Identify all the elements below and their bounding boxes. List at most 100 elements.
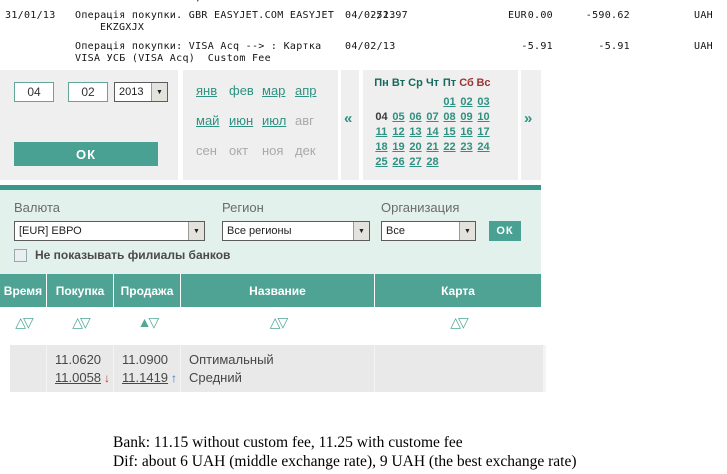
month-input[interactable] — [68, 82, 108, 102]
txn-total-currency: UAH — [694, 10, 713, 21]
column-header-name: Название — [181, 274, 374, 307]
calendar-week: 25262728 — [373, 152, 492, 170]
txn-total: -5.91 — [598, 41, 630, 52]
trend-up-icon: ↑ — [171, 369, 177, 387]
month-links-panel: янв фев мар апр май июн июл авг сен окт … — [183, 70, 338, 180]
hide-branches-label: Не показывать филиалы банков — [35, 248, 230, 262]
weekday-wed: Ср — [407, 77, 424, 89]
sort-desc-icon[interactable]: ▽ — [80, 314, 88, 330]
next-month-panel: » — [521, 70, 541, 180]
region-label: Регион — [222, 200, 264, 215]
cell-sell: 11.0900 11.1419↑ — [114, 345, 180, 392]
month-link-jan[interactable]: янв — [196, 83, 229, 113]
sort-asc-icon[interactable]: △ — [15, 314, 23, 330]
chevron-down-icon[interactable]: ▼ — [151, 83, 167, 101]
currency-select[interactable]: [EUR] ЕВРО ▼ — [14, 221, 205, 241]
note-bank-line: Bank: 11.15 without custom fee, 11.25 wi… — [113, 433, 577, 452]
region-select[interactable]: Все регионы ▼ — [222, 221, 370, 241]
sort-controls-row: △▽ △▽ ▲▽ △▽ △▽ — [0, 307, 541, 345]
organization-select-value: Все — [382, 225, 459, 237]
sort-control-time[interactable]: △▽ — [15, 314, 31, 345]
sort-control-buy[interactable]: △▽ — [72, 314, 88, 345]
sort-control-name[interactable]: △▽ — [270, 314, 286, 345]
month-disabled-oct: окт — [229, 143, 262, 173]
filter-bar: Валюта Регион Организация [EUR] ЕВРО ▼ В… — [0, 185, 541, 274]
table-row: 11.0620 11.0058↓ 11.0900 11.1419↑ Оптима… — [10, 345, 546, 392]
rate-name-optimal: Оптимальный — [189, 351, 374, 369]
weekday-fri: Пт — [441, 77, 458, 89]
month-disabled-sep: сен — [196, 143, 229, 173]
annotation-notes: Bank: 11.15 without custom fee, 11.25 wi… — [113, 433, 577, 471]
trend-down-icon: ↓ — [104, 369, 110, 387]
sell-rate-middle-link[interactable]: 11.1419 — [122, 370, 168, 385]
month-links: янв фев мар апр май июн июл авг сен окт … — [196, 83, 328, 173]
column-header-time: Время — [0, 274, 46, 307]
cell-name: Оптимальный Средний — [181, 345, 374, 392]
txn-total: -590.62 — [586, 10, 630, 21]
rate-name-middle: Средний — [189, 369, 374, 387]
txn-amount: -52.97 — [370, 10, 408, 21]
sort-desc-icon[interactable]: ▽ — [149, 314, 157, 330]
chevron-down-icon[interactable]: ▼ — [188, 222, 204, 240]
rates-table-header: Время Покупка Продажа Название Карта — [0, 274, 541, 307]
organization-select[interactable]: Все ▼ — [381, 221, 476, 241]
next-month-icon[interactable]: » — [524, 110, 532, 127]
calendar-weekday-header: ПнВтСрЧтПтСбВс — [373, 73, 492, 91]
month-link-jul[interactable]: июл — [262, 113, 295, 143]
weekday-mon: Пн — [373, 77, 390, 89]
year-select-value: 2013 — [115, 86, 151, 98]
hide-branches-checkbox[interactable] — [14, 249, 27, 262]
weekday-thu: Чт — [424, 77, 441, 89]
txn-description: EKZGXJX — [100, 22, 144, 33]
sell-rate-optimal: 11.0900 — [122, 351, 180, 369]
sort-asc-icon[interactable]: △ — [450, 314, 458, 330]
txn-currency: EUR — [508, 10, 527, 21]
txn-description: Операція покупки: VISA Acq --> : Картка — [75, 41, 322, 52]
prev-month-icon[interactable]: « — [344, 110, 352, 127]
day-link[interactable]: 26 — [390, 156, 407, 168]
sort-control-card[interactable]: △▽ — [450, 314, 466, 345]
column-header-sell: Продажа — [114, 274, 180, 307]
date-picker: 2013 ▼ ОК янв фев мар апр май июн июл ав… — [0, 70, 541, 180]
weekday-sun: Вс — [475, 77, 492, 89]
sort-desc-icon[interactable]: ▽ — [23, 314, 31, 330]
txn-value-date: 04/02/13 — [345, 41, 396, 52]
sort-control-sell-active[interactable]: ▲▽ — [138, 314, 157, 345]
weekday-tue: Вт — [390, 77, 407, 89]
clipped-transaction-line: XXXXXXXXXXXXXXXXXXX, XX X — [75, 0, 233, 3]
weekday-sat: Сб — [458, 77, 475, 89]
day-link[interactable]: 27 — [407, 156, 424, 168]
txn-description: Операція покупки. GBR EASYJET.COM EASYJE… — [75, 10, 334, 21]
sort-desc-icon[interactable]: ▽ — [458, 314, 466, 330]
prev-month-panel: « — [341, 70, 359, 180]
transaction-log: XXXXXXXXXXXXXXXXXXX, XX X 31/01/13 Опера… — [0, 0, 727, 70]
month-current-feb: фев — [229, 83, 262, 113]
month-link-mar[interactable]: мар — [262, 83, 295, 113]
sort-asc-active-icon[interactable]: ▲ — [138, 314, 149, 330]
month-disabled-nov: ноя — [262, 143, 295, 173]
month-link-apr[interactable]: апр — [295, 83, 328, 113]
chevron-down-icon[interactable]: ▼ — [353, 222, 369, 240]
txn-total-currency: UAH — [694, 41, 713, 52]
year-select[interactable]: 2013 ▼ — [114, 82, 168, 102]
day-input[interactable] — [14, 82, 54, 102]
day-link[interactable]: 25 — [373, 156, 390, 168]
month-link-jun[interactable]: июн — [229, 113, 262, 143]
organization-label: Организация — [381, 200, 459, 215]
month-disabled-aug: авг — [295, 113, 328, 143]
month-link-may[interactable]: май — [196, 113, 229, 143]
day-link[interactable]: 28 — [424, 156, 441, 168]
sort-asc-icon[interactable]: △ — [270, 314, 278, 330]
buy-rate-optimal: 11.0620 — [55, 351, 113, 369]
sort-desc-icon[interactable]: ▽ — [278, 314, 286, 330]
filters-ok-button[interactable]: ОК — [489, 221, 521, 241]
month-disabled-dec: дек — [295, 143, 328, 173]
note-dif-line: Dif: about 6 UAH (middle exchange rate),… — [113, 452, 577, 471]
txn-fee: -5.91 — [521, 41, 553, 52]
sort-asc-icon[interactable]: △ — [72, 314, 80, 330]
buy-rate-middle-link[interactable]: 11.0058 — [55, 370, 101, 385]
txn-fee: 0.00 — [528, 10, 553, 21]
cell-card — [375, 345, 543, 392]
date-ok-button[interactable]: ОК — [14, 142, 158, 166]
chevron-down-icon[interactable]: ▼ — [459, 222, 475, 240]
